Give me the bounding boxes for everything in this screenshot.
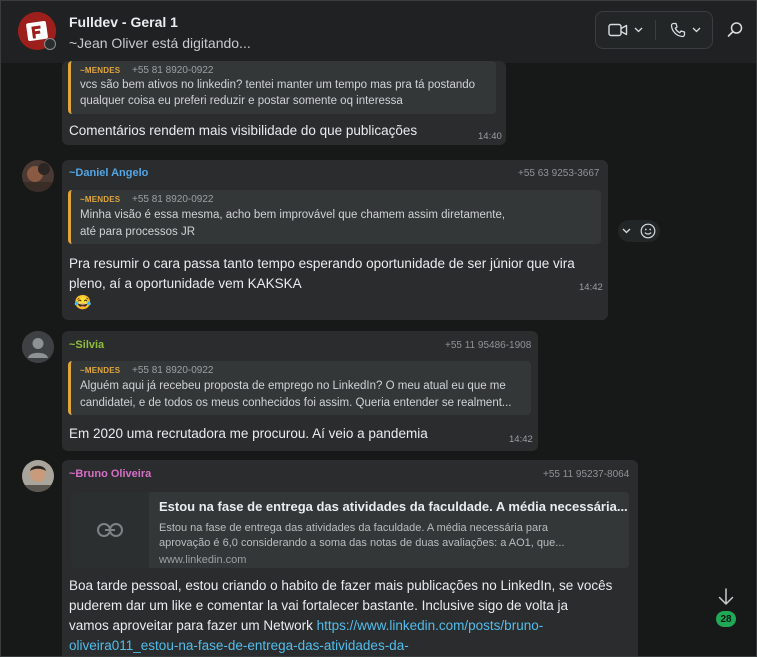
quoted-text-line: até para processos JR bbox=[80, 226, 196, 238]
link-preview-domain: www.linkedin.com bbox=[159, 554, 247, 566]
link-preview-card[interactable]: Estou na fase de entrega das atividades … bbox=[71, 492, 629, 568]
chevron-down-icon bbox=[692, 27, 700, 33]
avatar[interactable] bbox=[22, 160, 54, 192]
video-call-button[interactable] bbox=[596, 12, 654, 48]
scroll-to-bottom-button[interactable] bbox=[715, 586, 737, 608]
quoted-text-line: candidatei, e de todos os meus conhecido… bbox=[80, 397, 512, 409]
reaction-button[interactable] bbox=[618, 220, 660, 242]
message-time: 14:42 bbox=[509, 434, 533, 445]
quoted-phone: +55 81 8920-0922 bbox=[132, 65, 214, 76]
call-button-group bbox=[595, 11, 713, 49]
quoted-sender: ~MENDES bbox=[80, 66, 121, 75]
message-text: pleno, aí a oportunidade vem KAKSKA bbox=[69, 276, 302, 291]
quoted-phone: +55 81 8920-0922 bbox=[132, 365, 214, 376]
sender-phone: +55 11 95486-1908 bbox=[445, 340, 532, 351]
quoted-sender: ~MENDES bbox=[80, 195, 121, 204]
sender-name[interactable]: ~Daniel Angelo bbox=[69, 167, 148, 179]
chevron-down-icon bbox=[622, 228, 631, 234]
message-bubble[interactable]: ~Silvia +55 11 95486-1908 ~MENDES +55 81… bbox=[62, 331, 538, 451]
message-text: Pra resumir o cara passa tanto tempo esp… bbox=[69, 256, 575, 271]
voice-call-icon bbox=[670, 22, 685, 38]
search-button[interactable] bbox=[726, 21, 746, 41]
sender-phone: +55 11 95237-8064 bbox=[543, 469, 630, 480]
quoted-message[interactable]: ~MENDES +55 81 8920-0922 vcs são bem ati… bbox=[68, 61, 496, 114]
quoted-message[interactable]: ~MENDES +55 81 8920-0922 Minha visão é e… bbox=[68, 190, 601, 244]
chat-window: Fulldev - Geral 1 ~Jean Oliver está digi… bbox=[0, 0, 757, 657]
link-preview-description: Estou na fase de entrega das atividades … bbox=[159, 522, 548, 534]
sender-name[interactable]: ~Silvia bbox=[69, 339, 104, 351]
message-link[interactable]: https://www.linkedin.com/posts/bruno- bbox=[317, 618, 544, 633]
quoted-text-line: vcs são bem ativos no linkedin? tentei m… bbox=[80, 79, 476, 91]
message-bubble[interactable]: ~MENDES +55 81 8920-0922 vcs são bem ati… bbox=[62, 61, 506, 145]
voice-call-button[interactable] bbox=[656, 12, 714, 48]
chevron-down-icon bbox=[634, 27, 642, 33]
search-icon bbox=[727, 22, 743, 37]
message-link[interactable]: oliveira011_estou-na-fase-de-entrega-das… bbox=[69, 636, 409, 656]
link-icon bbox=[97, 523, 123, 537]
message-text: Em 2020 uma recrutadora me procurou. Aí … bbox=[69, 426, 428, 441]
message-list[interactable]: ~MENDES +55 81 8920-0922 vcs são bem ati… bbox=[1, 61, 756, 656]
link-preview-title: Estou na fase de entrega das atividades … bbox=[159, 499, 628, 514]
video-call-icon bbox=[607, 23, 627, 37]
message-text: Boa tarde pessoal, estou criando o habit… bbox=[69, 578, 613, 593]
quoted-text-line: Alguém aqui já recebeu proposta de empre… bbox=[80, 380, 506, 392]
message-text: Comentários rendem mais visibilidade do … bbox=[69, 123, 418, 138]
arrow-down-icon bbox=[718, 588, 734, 605]
message-time: 14:40 bbox=[478, 131, 502, 142]
chat-title[interactable]: Fulldev - Geral 1 bbox=[69, 14, 178, 30]
emoji: 😂 bbox=[74, 294, 92, 310]
sender-phone: +55 63 9253-3667 bbox=[518, 168, 600, 179]
status-indicator-icon bbox=[44, 38, 56, 50]
message-time: 14:42 bbox=[579, 282, 603, 293]
message-text-prefix: vamos aproveitar para fazer um Network bbox=[69, 618, 317, 633]
emoji-icon bbox=[640, 223, 656, 239]
quoted-sender: ~MENDES bbox=[80, 366, 121, 375]
message-text: vamos aproveitar para fazer um Network h… bbox=[69, 616, 543, 636]
chat-header: Fulldev - Geral 1 ~Jean Oliver está digi… bbox=[1, 1, 756, 63]
avatar[interactable] bbox=[22, 460, 54, 492]
sender-name[interactable]: ~Bruno Oliveira bbox=[69, 468, 151, 480]
message-bubble[interactable]: ~Bruno Oliveira +55 11 95237-8064 Estou … bbox=[62, 460, 638, 656]
link-preview-description: aprovação é 6,0 considerando a soma das … bbox=[159, 537, 565, 549]
message-text: puderem dar um like e comentar la vai fo… bbox=[69, 598, 569, 613]
quoted-text-line: Minha visão é essa mesma, acho bem impro… bbox=[80, 209, 506, 221]
avatar[interactable] bbox=[22, 331, 54, 363]
message-bubble[interactable]: ~Daniel Angelo +55 63 9253-3667 ~MENDES … bbox=[62, 160, 608, 320]
quoted-message[interactable]: ~MENDES +55 81 8920-0922 Alguém aqui já … bbox=[68, 361, 531, 415]
link-thumbnail bbox=[71, 492, 149, 568]
quoted-text-line: qualquer coisa eu preferi reduzir e post… bbox=[80, 95, 403, 107]
typing-status: ~Jean Oliver está digitando... bbox=[69, 35, 251, 51]
quoted-phone: +55 81 8920-0922 bbox=[132, 194, 214, 205]
unread-count-badge[interactable]: 28 bbox=[716, 611, 736, 627]
